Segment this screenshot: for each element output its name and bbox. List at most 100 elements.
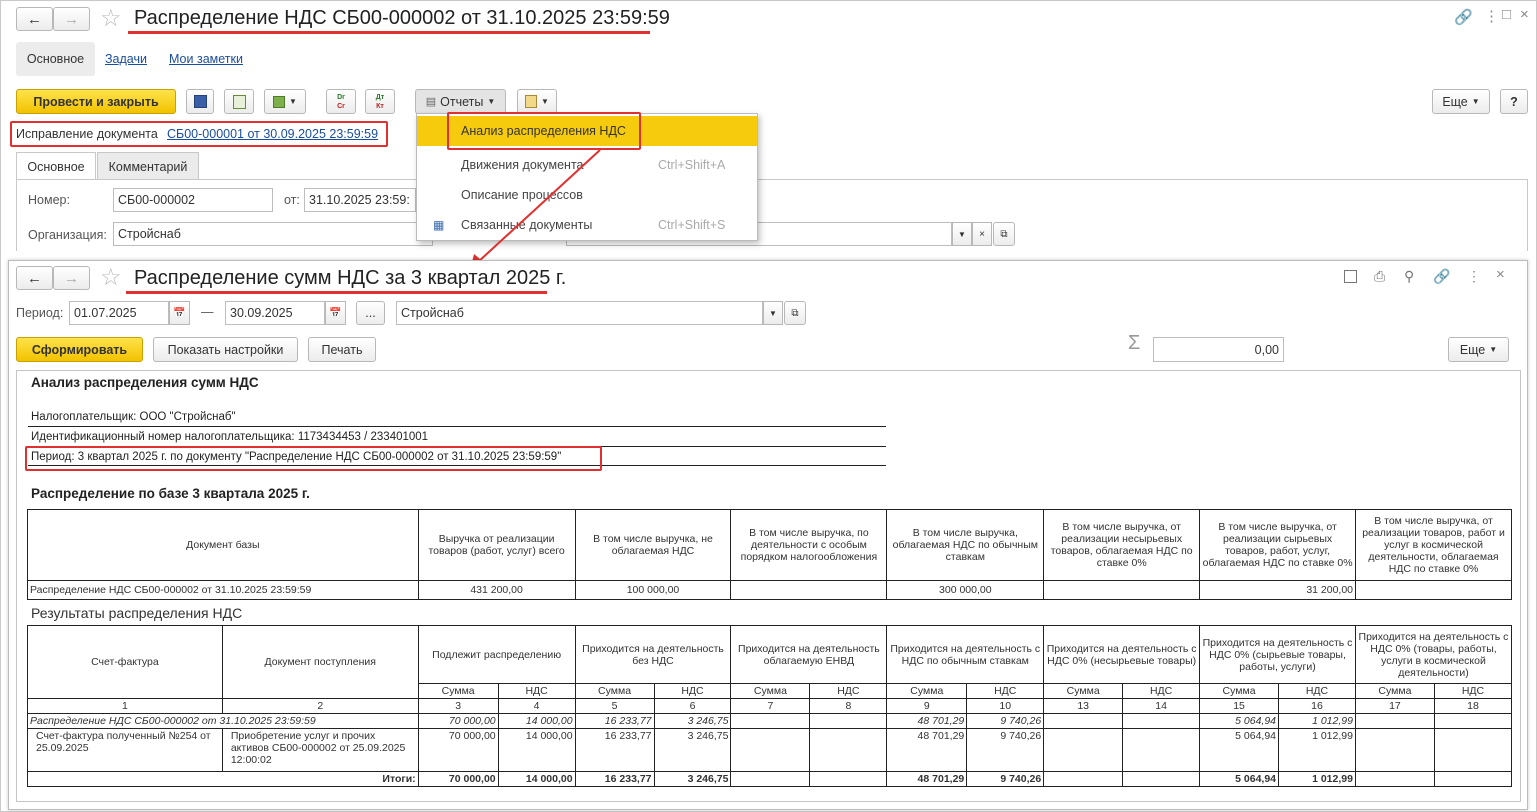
report-org-dropdown-button[interactable]: ▼ bbox=[763, 301, 783, 325]
detail-cell[interactable] bbox=[1354, 728, 1435, 772]
detail-cell[interactable]: 70 000,00 bbox=[417, 728, 499, 772]
group-cell[interactable] bbox=[1122, 713, 1201, 729]
responsible-dropdown-button[interactable]: ▼ bbox=[952, 222, 972, 246]
group-cell[interactable] bbox=[809, 713, 888, 729]
report-link-icon[interactable]: 🔗 bbox=[1433, 268, 1450, 285]
show-settings-button[interactable]: Показать настройки bbox=[153, 337, 298, 362]
group-cell[interactable]: 9 740,26 bbox=[966, 713, 1045, 729]
save-button[interactable] bbox=[186, 89, 214, 114]
total-cell[interactable]: 70 000,00 bbox=[417, 771, 499, 787]
form-tab-comment[interactable]: Комментарий bbox=[97, 152, 199, 180]
report-more-vert-icon[interactable]: ⋮ bbox=[1467, 268, 1481, 285]
report-preview-icon[interactable]: ⚲ bbox=[1404, 268, 1414, 285]
responsible-open-button[interactable]: ⧉ bbox=[993, 222, 1015, 246]
detail-cell[interactable] bbox=[730, 728, 811, 772]
forward-button[interactable]: → bbox=[53, 7, 90, 31]
number-field[interactable]: СБ00-000002 bbox=[113, 188, 273, 212]
report-back-button[interactable]: ← bbox=[16, 266, 53, 290]
group-cell[interactable]: 48 701,29 bbox=[886, 713, 968, 729]
total-cell[interactable] bbox=[1354, 771, 1435, 787]
help-button[interactable]: ? bbox=[1500, 89, 1528, 114]
close-icon[interactable]: × bbox=[1520, 6, 1529, 23]
period-from-calendar-button[interactable]: 📅 bbox=[169, 301, 190, 325]
group-cell[interactable]: 5 064,94 bbox=[1199, 713, 1280, 729]
total-cell[interactable] bbox=[1433, 771, 1513, 787]
total-cell[interactable]: 48 701,29 bbox=[886, 771, 968, 787]
base-cell[interactable]: 300 000,00 bbox=[886, 580, 1045, 600]
detail-cell[interactable]: 3 246,75 bbox=[653, 728, 732, 772]
report-org-field[interactable]: Стройснаб bbox=[396, 301, 763, 325]
total-cell[interactable]: 9 740,26 bbox=[966, 771, 1045, 787]
report-more-button[interactable]: Еще ▼ bbox=[1448, 337, 1509, 362]
report-forward-button[interactable]: → bbox=[53, 266, 90, 290]
create-based-on-button[interactable]: ▼ bbox=[264, 89, 306, 114]
group-row-title[interactable]: Распределение НДС СБ00-000002 от 31.10.2… bbox=[27, 713, 419, 729]
reports-button[interactable]: ▤ Отчеты ▼ bbox=[415, 89, 506, 114]
total-cell[interactable]: 5 064,94 bbox=[1199, 771, 1280, 787]
print-menu-button[interactable]: ▼ bbox=[517, 89, 557, 114]
more-button[interactable]: Еще ▼ bbox=[1432, 89, 1490, 114]
post-button[interactable] bbox=[224, 89, 254, 114]
nav-tab-notes[interactable]: Мои заметки bbox=[169, 52, 243, 66]
detail-cell[interactable] bbox=[1433, 728, 1513, 772]
group-cell[interactable]: 70 000,00 bbox=[417, 713, 499, 729]
period-select-button[interactable]: ... bbox=[356, 301, 385, 325]
period-to-calendar-button[interactable]: 📅 bbox=[325, 301, 346, 325]
print-button[interactable]: Печать bbox=[308, 337, 376, 362]
base-cell[interactable]: 431 200,00 bbox=[417, 580, 576, 600]
report-org-open-button[interactable]: ⧉ bbox=[784, 301, 806, 325]
responsible-clear-button[interactable]: × bbox=[972, 222, 992, 246]
favorite-star-icon[interactable]: ☆ bbox=[100, 4, 122, 33]
base-cell[interactable]: 100 000,00 bbox=[574, 580, 732, 600]
nav-tab-tasks[interactable]: Задачи bbox=[105, 52, 147, 66]
total-cell[interactable] bbox=[730, 771, 811, 787]
invoice-cell[interactable]: Счет-фактура полученный №254 от 25.09.20… bbox=[27, 728, 223, 772]
link-icon[interactable]: 🔗 bbox=[1454, 8, 1473, 26]
total-cell[interactable] bbox=[1122, 771, 1201, 787]
group-cell[interactable] bbox=[1433, 713, 1513, 729]
detail-cell[interactable] bbox=[1043, 728, 1124, 772]
total-cell[interactable]: 3 246,75 bbox=[653, 771, 732, 787]
group-cell[interactable] bbox=[730, 713, 811, 729]
detail-cell[interactable]: 5 064,94 bbox=[1199, 728, 1280, 772]
organization-field[interactable]: Стройснаб bbox=[113, 222, 433, 246]
detail-cell[interactable]: 1 012,99 bbox=[1278, 728, 1356, 772]
detail-cell[interactable] bbox=[809, 728, 888, 772]
report-save-icon[interactable] bbox=[1344, 270, 1357, 283]
dr-cr-button[interactable]: Dr Cr bbox=[326, 89, 356, 114]
total-cell[interactable]: 1 012,99 bbox=[1278, 771, 1356, 787]
more-vert-icon[interactable]: ⋮ bbox=[1484, 7, 1499, 25]
base-cell[interactable] bbox=[1043, 580, 1201, 600]
group-cell[interactable]: 14 000,00 bbox=[497, 713, 576, 729]
group-cell[interactable]: 16 233,77 bbox=[574, 713, 655, 729]
nav-tab-main[interactable]: Основное bbox=[16, 42, 95, 76]
detail-cell[interactable]: 9 740,26 bbox=[966, 728, 1045, 772]
maximize-icon[interactable]: □ bbox=[1502, 6, 1511, 23]
total-cell[interactable]: 16 233,77 bbox=[574, 771, 655, 787]
detail-cell[interactable]: 14 000,00 bbox=[497, 728, 576, 772]
group-cell[interactable] bbox=[1354, 713, 1435, 729]
group-cell[interactable]: 1 012,99 bbox=[1278, 713, 1356, 729]
generate-button[interactable]: Сформировать bbox=[16, 337, 143, 362]
date-field[interactable]: 31.10.2025 23:59: bbox=[304, 188, 416, 212]
group-cell[interactable] bbox=[1043, 713, 1124, 729]
report-print-icon[interactable]: ⎙ bbox=[1374, 268, 1385, 285]
receipt-document-cell[interactable]: Приобретение услуг и прочих активов СБ00… bbox=[221, 728, 419, 772]
base-cell[interactable]: Распределение НДС СБ00-000002 от 31.10.2… bbox=[27, 580, 419, 600]
back-button[interactable]: ← bbox=[16, 7, 53, 31]
detail-cell[interactable]: 16 233,77 bbox=[574, 728, 655, 772]
group-cell[interactable]: 3 246,75 bbox=[653, 713, 732, 729]
base-cell[interactable] bbox=[1355, 580, 1512, 600]
total-cell[interactable] bbox=[1043, 771, 1124, 787]
form-tab-main[interactable]: Основное bbox=[16, 152, 96, 180]
base-cell[interactable]: 31 200,00 bbox=[1199, 580, 1357, 600]
period-to-field[interactable]: 30.09.2025 bbox=[225, 301, 325, 325]
period-from-field[interactable]: 01.07.2025 bbox=[69, 301, 169, 325]
report-favorite-star-icon[interactable]: ☆ bbox=[100, 263, 122, 292]
total-cell[interactable] bbox=[809, 771, 888, 787]
dt-kt-button[interactable]: Дт Кт bbox=[365, 89, 395, 114]
post-and-close-button[interactable]: Провести и закрыть bbox=[16, 89, 176, 114]
detail-cell[interactable] bbox=[1122, 728, 1201, 772]
report-close-icon[interactable]: × bbox=[1496, 266, 1505, 283]
total-cell[interactable]: 14 000,00 bbox=[497, 771, 576, 787]
